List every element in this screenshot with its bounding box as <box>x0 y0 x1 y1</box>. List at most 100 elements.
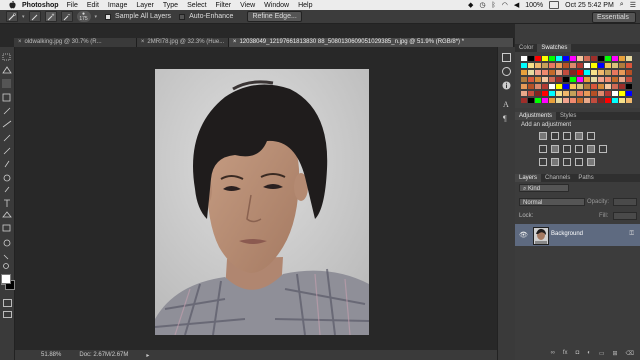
swatch[interactable] <box>535 63 541 68</box>
swatch[interactable] <box>570 56 576 61</box>
swatch[interactable] <box>556 84 562 89</box>
swatch[interactable] <box>584 56 590 61</box>
hand-tool-icon[interactable] <box>2 238 11 247</box>
swatch[interactable] <box>556 91 562 96</box>
swatch[interactable] <box>577 77 583 82</box>
color-lookup-icon[interactable] <box>599 145 607 153</box>
swatch[interactable] <box>556 98 562 103</box>
menu-type[interactable]: Type <box>163 2 178 9</box>
swatch[interactable] <box>626 63 632 68</box>
swatch[interactable] <box>619 70 625 75</box>
brush-panel-icon[interactable] <box>502 67 511 76</box>
new-selection-icon[interactable] <box>28 11 41 22</box>
battery-icon[interactable] <box>549 1 560 9</box>
trash-icon[interactable]: ⌫ <box>626 350 634 360</box>
sample-all-layers-checkbox[interactable] <box>105 13 112 20</box>
link-layers-icon[interactable]: ∞ <box>551 350 555 360</box>
swatch[interactable] <box>570 98 576 103</box>
swatch[interactable] <box>535 98 541 103</box>
brush-picker-arrow-icon[interactable]: ▾ <box>95 14 98 20</box>
swatch[interactable] <box>521 56 527 61</box>
tab-adjustments[interactable]: Adjustments <box>515 112 557 120</box>
info-icon[interactable] <box>502 81 511 90</box>
vibrance-icon[interactable] <box>587 132 595 140</box>
swatch[interactable] <box>563 70 569 75</box>
swatch[interactable] <box>577 98 583 103</box>
swatch[interactable] <box>612 63 618 68</box>
swatch[interactable] <box>528 84 534 89</box>
swatch[interactable] <box>605 70 611 75</box>
swatch[interactable] <box>619 91 625 96</box>
tab-close-icon[interactable]: × <box>233 38 237 47</box>
curves-icon[interactable] <box>563 132 571 140</box>
swatch[interactable] <box>542 77 548 82</box>
swatch[interactable] <box>556 77 562 82</box>
eraser-tool-icon[interactable] <box>2 163 11 172</box>
blend-mode-dropdown[interactable]: Normal <box>519 198 585 206</box>
menu-image[interactable]: Image <box>108 2 127 9</box>
swatch[interactable] <box>570 70 576 75</box>
swatch[interactable] <box>598 98 604 103</box>
menu-file[interactable]: File <box>67 2 78 9</box>
status-arrow-icon[interactable]: ▸ <box>146 352 149 359</box>
swatch[interactable] <box>605 63 611 68</box>
auto-enhance-checkbox[interactable] <box>179 13 186 20</box>
tab-close-icon[interactable]: × <box>18 38 22 47</box>
color-balance-icon[interactable] <box>551 145 559 153</box>
layer-row-background[interactable]: 👁 Background ⚿ <box>515 224 640 246</box>
new-group-icon[interactable]: ▭ <box>599 350 605 360</box>
swatch[interactable] <box>626 70 632 75</box>
marquee-tool-icon[interactable] <box>2 65 11 74</box>
swatch[interactable] <box>584 91 590 96</box>
swatch[interactable] <box>619 63 625 68</box>
swatch[interactable] <box>619 98 625 103</box>
paragraph-icon[interactable]: ¶ <box>502 113 511 123</box>
photo-filter-icon[interactable] <box>575 145 583 153</box>
swatch[interactable] <box>570 91 576 96</box>
tab-active-document[interactable]: × 12038049_12197661813830 88_50801306090… <box>228 38 514 47</box>
swatch[interactable] <box>563 91 569 96</box>
swatch[interactable] <box>591 91 597 96</box>
swatch[interactable] <box>577 56 583 61</box>
swatch[interactable] <box>591 63 597 68</box>
healing-brush-icon[interactable] <box>2 121 11 130</box>
history-icon[interactable] <box>502 53 511 62</box>
swatch[interactable] <box>570 63 576 68</box>
menu-layer[interactable]: Layer <box>136 2 154 9</box>
swatch[interactable] <box>577 84 583 89</box>
preset-dropdown-arrow-icon[interactable]: ▾ <box>22 14 25 20</box>
swatch[interactable] <box>619 56 625 61</box>
swatch[interactable] <box>542 98 548 103</box>
swatch[interactable] <box>563 98 569 103</box>
swatch[interactable] <box>619 84 625 89</box>
hue-saturation-icon[interactable] <box>539 145 547 153</box>
swatch[interactable] <box>584 77 590 82</box>
posterize-icon[interactable] <box>551 158 559 166</box>
swatch[interactable] <box>612 84 618 89</box>
swatch[interactable] <box>605 77 611 82</box>
path-selection-icon[interactable] <box>2 211 11 220</box>
screen-mode-icon[interactable] <box>3 311 12 318</box>
swatch[interactable] <box>535 56 541 61</box>
swatch[interactable] <box>605 84 611 89</box>
exposure-icon[interactable] <box>575 132 583 140</box>
swatch[interactable] <box>563 63 569 68</box>
app-name[interactable]: Photoshop <box>22 2 59 9</box>
crop-tool-icon[interactable] <box>2 93 11 102</box>
swatch[interactable] <box>598 91 604 96</box>
quick-selection-tool-icon[interactable] <box>2 79 11 88</box>
swatch[interactable] <box>626 56 632 61</box>
dropbox-icon[interactable]: ◆ <box>468 1 473 9</box>
apple-icon[interactable] <box>8 1 16 9</box>
swatch[interactable] <box>556 56 562 61</box>
swatch[interactable] <box>612 98 618 103</box>
swatch[interactable] <box>521 70 527 75</box>
swatch[interactable] <box>521 91 527 96</box>
search-icon[interactable]: ⌕ <box>620 1 624 9</box>
refine-edge-button[interactable]: Refine Edge... <box>247 11 302 22</box>
brightness-contrast-icon[interactable] <box>539 132 547 140</box>
swatch[interactable] <box>577 70 583 75</box>
swatch[interactable] <box>598 77 604 82</box>
swatch[interactable] <box>535 91 541 96</box>
wifi-icon[interactable]: ◠ <box>502 1 508 9</box>
